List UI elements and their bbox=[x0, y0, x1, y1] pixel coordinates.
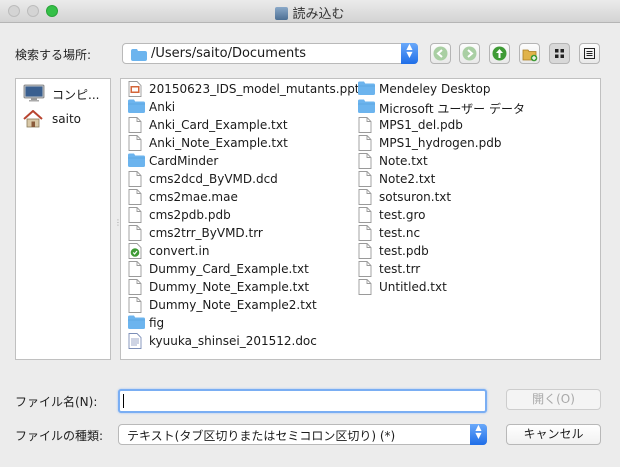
document-icon bbox=[128, 279, 142, 298]
filename-input[interactable] bbox=[118, 389, 487, 413]
document-icon bbox=[128, 135, 142, 154]
new-folder-icon bbox=[522, 49, 538, 62]
forward-icon bbox=[462, 46, 477, 61]
icon-view-icon bbox=[555, 49, 564, 58]
file-name: cms2pdb.pdb bbox=[149, 208, 231, 222]
places-sidebar: コンピ... saito bbox=[15, 78, 111, 360]
document-icon bbox=[128, 261, 142, 280]
sidebar-item-saito[interactable]: saito bbox=[23, 109, 109, 129]
document-icon bbox=[358, 117, 372, 136]
text-caret bbox=[123, 394, 124, 408]
word-document-icon bbox=[128, 333, 142, 352]
document-icon bbox=[358, 135, 372, 154]
chevron-updown-icon: ▲ ▼ bbox=[401, 43, 418, 64]
file-name: test.nc bbox=[379, 226, 421, 240]
chevron-updown-icon: ▲ ▼ bbox=[470, 424, 487, 445]
forward-button[interactable] bbox=[459, 43, 480, 64]
filetype-label: ファイルの種類: bbox=[15, 429, 104, 443]
file-name: MPS1_hydrogen.pdb bbox=[379, 136, 502, 150]
script-icon bbox=[128, 243, 142, 262]
file-name: cms2dcd_ByVMD.dcd bbox=[149, 172, 278, 186]
file-name: MPS1_del.pdb bbox=[379, 118, 463, 132]
document-icon bbox=[128, 189, 142, 208]
app-icon bbox=[275, 7, 289, 20]
file-name: sotsuron.txt bbox=[379, 190, 452, 204]
file-list: 20150623_IDS_model_mutants.pptx Anki Anki_… bbox=[120, 78, 601, 360]
filename-label: ファイル名(N): bbox=[15, 395, 98, 409]
title-bar: 読み込む bbox=[0, 0, 620, 23]
document-icon bbox=[128, 207, 142, 226]
document-icon bbox=[358, 279, 372, 298]
document-icon bbox=[358, 189, 372, 208]
document-icon bbox=[128, 225, 142, 244]
sidebar-item-label: saito bbox=[52, 112, 81, 126]
document-icon bbox=[358, 153, 372, 172]
file-name: Dummy_Note_Example2.txt bbox=[149, 298, 317, 312]
document-icon bbox=[128, 117, 142, 136]
home-icon bbox=[23, 110, 43, 128]
document-icon bbox=[358, 171, 372, 190]
folder-icon bbox=[358, 99, 375, 116]
presentation-icon bbox=[128, 81, 142, 100]
file-name: cms2mae.mae bbox=[149, 190, 238, 204]
file-name: Anki_Note_Example.txt bbox=[149, 136, 288, 150]
cancel-button[interactable]: キャンセル bbox=[506, 424, 601, 445]
document-icon bbox=[128, 171, 142, 190]
folder-icon bbox=[358, 81, 375, 98]
file-name: fig bbox=[149, 316, 165, 330]
file-name: Anki bbox=[149, 100, 176, 114]
filetype-value: テキスト(タブ区切りまたはセミコロン区切り) (*) bbox=[127, 429, 396, 443]
file-name: CardMinder bbox=[149, 154, 219, 168]
file-name: test.pdb bbox=[379, 244, 429, 258]
location-path: /Users/saito/Documents bbox=[151, 46, 307, 61]
file-name: test.gro bbox=[379, 208, 426, 222]
open-button[interactable]: 開く(O) bbox=[506, 389, 601, 410]
back-icon bbox=[433, 46, 448, 61]
list-view-button[interactable] bbox=[579, 43, 600, 64]
sidebar-item-label: コンピ... bbox=[52, 88, 100, 102]
file-name: Anki_Card_Example.txt bbox=[149, 118, 288, 132]
icon-view-button[interactable] bbox=[549, 43, 570, 64]
folder-icon bbox=[131, 49, 147, 61]
document-icon bbox=[358, 243, 372, 262]
file-name: kyuuka_shinsei_201512.doc bbox=[149, 334, 317, 348]
location-select[interactable]: /Users/saito/Documents ▲ ▼ bbox=[122, 43, 418, 64]
list-view-icon bbox=[584, 48, 595, 59]
document-icon bbox=[358, 207, 372, 226]
up-folder-button[interactable] bbox=[489, 43, 510, 64]
folder-icon bbox=[128, 99, 145, 116]
folder-icon bbox=[128, 153, 145, 170]
document-icon bbox=[358, 261, 372, 280]
file-name: 20150623_IDS_model_mutants.pptx bbox=[149, 82, 367, 96]
sidebar-item-computer[interactable]: コンピ... bbox=[23, 83, 109, 103]
filetype-select[interactable]: テキスト(タブ区切りまたはセミコロン区切り) (*) ▲ ▼ bbox=[118, 424, 487, 445]
file-name: convert.in bbox=[149, 244, 210, 258]
back-button[interactable] bbox=[430, 43, 451, 64]
window-title-area: 読み込む bbox=[0, 3, 620, 22]
file-name: Microsoft ユーザー データ bbox=[379, 102, 525, 116]
file-name: Untitled.txt bbox=[379, 280, 447, 294]
computer-icon bbox=[23, 84, 45, 102]
document-icon bbox=[358, 225, 372, 244]
splitter-handle[interactable]: ⋮ bbox=[114, 218, 122, 228]
up-icon bbox=[492, 46, 507, 61]
file-name: Dummy_Card_Example.txt bbox=[149, 262, 309, 276]
file-name: Mendeley Desktop bbox=[379, 82, 491, 96]
file-name: Dummy_Note_Example.txt bbox=[149, 280, 310, 294]
file-name: cms2trr_ByVMD.trr bbox=[149, 226, 263, 240]
new-folder-button[interactable] bbox=[519, 43, 540, 64]
file-name: test.trr bbox=[379, 262, 421, 276]
location-label: 検索する場所: bbox=[15, 48, 92, 62]
window-title: 読み込む bbox=[292, 7, 345, 22]
folder-icon bbox=[128, 315, 145, 332]
document-icon bbox=[128, 297, 142, 316]
file-name: Note2.txt bbox=[379, 172, 436, 186]
file-name: Note.txt bbox=[379, 154, 428, 168]
